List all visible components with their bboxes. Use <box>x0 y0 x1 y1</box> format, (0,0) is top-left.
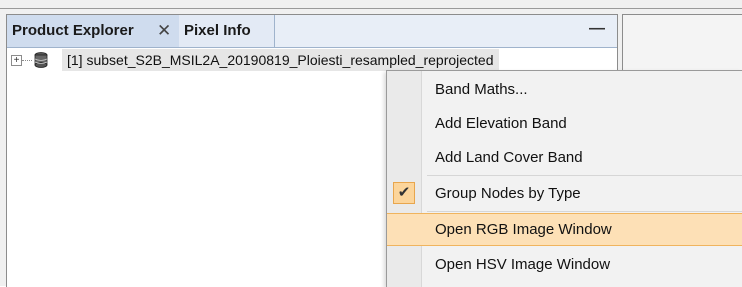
minimize-icon[interactable]: — <box>589 15 605 47</box>
menu-separator <box>427 175 742 176</box>
close-icon[interactable]: ✕ <box>157 15 171 47</box>
tab-product-explorer[interactable]: Product Explorer ✕ <box>7 15 184 47</box>
panel-tab-bar: Product Explorer ✕ Pixel Info — <box>7 15 617 48</box>
tab-pixel-info-label: Pixel Info <box>184 22 251 39</box>
menu-item-add-land-cover-band[interactable]: Add Land Cover Band <box>387 141 742 174</box>
checkmark-icon: ✔ <box>393 182 415 204</box>
menu-item-label: Add Elevation Band <box>435 115 567 132</box>
context-menu: Band Maths... Add Elevation Band Add Lan… <box>386 70 742 287</box>
tab-product-explorer-label: Product Explorer <box>12 22 134 39</box>
menu-item-label: Band Maths... <box>435 81 528 98</box>
menu-item-label: Open RGB Image Window <box>435 221 612 238</box>
tab-pixel-info[interactable]: Pixel Info <box>179 15 275 47</box>
product-label[interactable]: [1] subset_S2B_MSIL2A_20190819_Ploiesti_… <box>62 49 499 71</box>
menu-item-label: Add Land Cover Band <box>435 149 583 166</box>
window-top-border <box>0 8 742 9</box>
menu-item-label: Group Nodes by Type <box>435 185 581 202</box>
expand-icon[interactable]: + <box>11 55 22 66</box>
menu-item-open-rgb-image-window[interactable]: Open RGB Image Window <box>387 213 742 246</box>
menu-separator <box>427 211 742 212</box>
application-window: Product Explorer ✕ Pixel Info — + [1] su… <box>0 0 742 287</box>
tree-connector <box>22 60 32 61</box>
menu-item-add-elevation-band[interactable]: Add Elevation Band <box>387 107 742 140</box>
menu-item-label: Open HSV Image Window <box>435 256 611 273</box>
product-database-icon <box>34 52 48 68</box>
menu-item-band-maths[interactable]: Band Maths... <box>387 73 742 106</box>
menu-item-group-nodes-by-type[interactable]: ✔ Group Nodes by Type <box>387 177 742 210</box>
menu-item-open-hsv-image-window[interactable]: Open HSV Image Window <box>387 248 742 281</box>
